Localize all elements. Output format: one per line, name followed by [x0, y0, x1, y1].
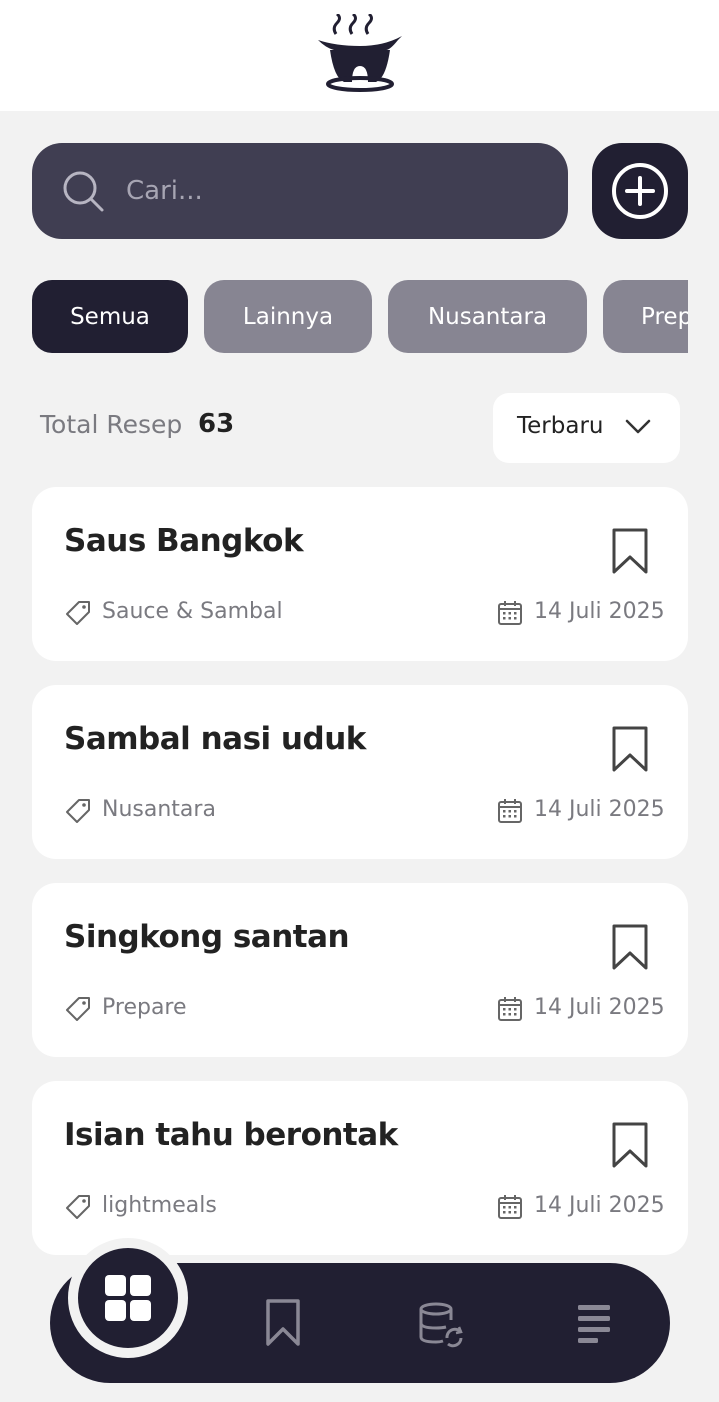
search-icon	[63, 171, 104, 212]
app-header	[0, 0, 719, 111]
calendar-icon	[498, 601, 522, 625]
recipe-category: lightmeals	[102, 1193, 217, 1218]
category-chip-semua[interactable]: Semua	[32, 280, 188, 353]
search-input[interactable]	[126, 166, 546, 216]
category-chip-nusantara[interactable]: Nusantara	[388, 280, 587, 353]
bookmark-icon[interactable]	[610, 725, 650, 773]
bookmark-icon[interactable]	[610, 1121, 650, 1169]
recipe-title: Isian tahu berontak	[64, 1117, 398, 1153]
recipe-date: 14 Juli 2025	[534, 995, 665, 1020]
recipe-card[interactable]: Isian tahu berontak lightmeals 14 Juli 2…	[32, 1081, 688, 1255]
database-sync-icon[interactable]	[418, 1302, 466, 1348]
recipe-date: 14 Juli 2025	[534, 797, 665, 822]
grid-icon	[105, 1275, 151, 1321]
tag-icon	[66, 997, 90, 1021]
recipe-category: Sauce & Sambal	[102, 599, 283, 624]
sort-dropdown[interactable]: Terbaru	[493, 393, 680, 463]
recipe-card[interactable]: Sambal nasi uduk Nusantara 14 Juli 2025	[32, 685, 688, 859]
nav-home-button[interactable]	[68, 1238, 188, 1358]
recipe-card[interactable]: Singkong santan Prepare 14 Juli 2025	[32, 883, 688, 1057]
total-recipes-count: 63	[198, 409, 235, 439]
bookmark-icon[interactable]	[610, 923, 650, 971]
tag-icon	[66, 601, 90, 625]
category-chip-lainnya[interactable]: Lainnya	[204, 280, 372, 353]
recipe-card[interactable]: Saus Bangkok Sauce & Sambal 14 Juli 2025	[32, 487, 688, 661]
recipe-category: Prepare	[102, 995, 187, 1020]
list-icon[interactable]	[576, 1304, 612, 1344]
sort-label: Terbaru	[517, 413, 604, 439]
recipe-date: 14 Juli 2025	[534, 599, 665, 624]
category-filter: Semua Lainnya Nusantara Prepare	[32, 280, 688, 354]
recipe-title: Sambal nasi uduk	[64, 721, 366, 757]
recipe-date: 14 Juli 2025	[534, 1193, 665, 1218]
steaming-pot-logo	[318, 14, 402, 92]
bookmark-icon[interactable]	[264, 1298, 302, 1348]
plus-circle-icon	[612, 163, 668, 219]
tag-icon	[66, 799, 90, 823]
recipe-category: Nusantara	[102, 797, 216, 822]
category-chip-prepare[interactable]: Prepare	[603, 280, 688, 353]
add-recipe-button[interactable]	[592, 143, 688, 239]
calendar-icon	[498, 1195, 522, 1219]
calendar-icon	[498, 799, 522, 823]
bookmark-icon[interactable]	[610, 527, 650, 575]
chevron-down-icon	[625, 419, 651, 434]
tag-icon	[66, 1195, 90, 1219]
recipe-title: Singkong santan	[64, 919, 350, 955]
total-recipes-label: Total Resep	[40, 410, 183, 439]
recipe-title: Saus Bangkok	[64, 523, 304, 559]
calendar-icon	[498, 997, 522, 1021]
